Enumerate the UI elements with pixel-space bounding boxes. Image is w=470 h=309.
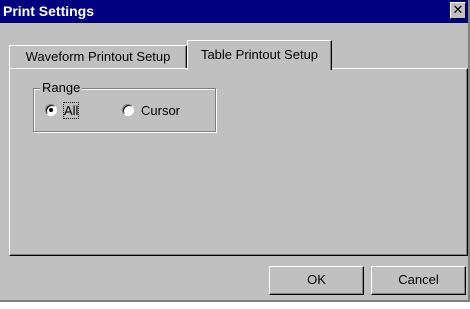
radio-dot-icon <box>49 108 53 112</box>
title-bar: Print Settings ✕ <box>0 0 468 23</box>
window-title: Print Settings <box>3 3 95 19</box>
radio-checked-icon <box>45 104 57 116</box>
tab-waveform-printout-setup[interactable]: Waveform Printout Setup <box>9 45 187 69</box>
range-group-label: Range <box>40 80 83 95</box>
tab-label: Table Printout Setup <box>200 47 319 62</box>
tab-table-printout-setup[interactable]: Table Printout Setup <box>187 40 332 70</box>
range-all-radio[interactable]: All <box>45 101 80 119</box>
radio-unchecked-icon <box>122 104 134 116</box>
close-button[interactable]: ✕ <box>450 2 466 19</box>
range-all-label: All <box>62 101 80 119</box>
print-settings-dialog: Print Settings ✕ Waveform Printout Setup… <box>0 0 470 302</box>
tab-label: Waveform Printout Setup <box>25 49 171 64</box>
cancel-button[interactable]: Cancel <box>371 266 466 295</box>
ok-button[interactable]: OK <box>269 266 364 295</box>
range-cursor-radio[interactable]: Cursor <box>122 102 180 118</box>
range-cursor-label: Cursor <box>141 102 181 118</box>
close-icon: ✕ <box>452 2 464 17</box>
